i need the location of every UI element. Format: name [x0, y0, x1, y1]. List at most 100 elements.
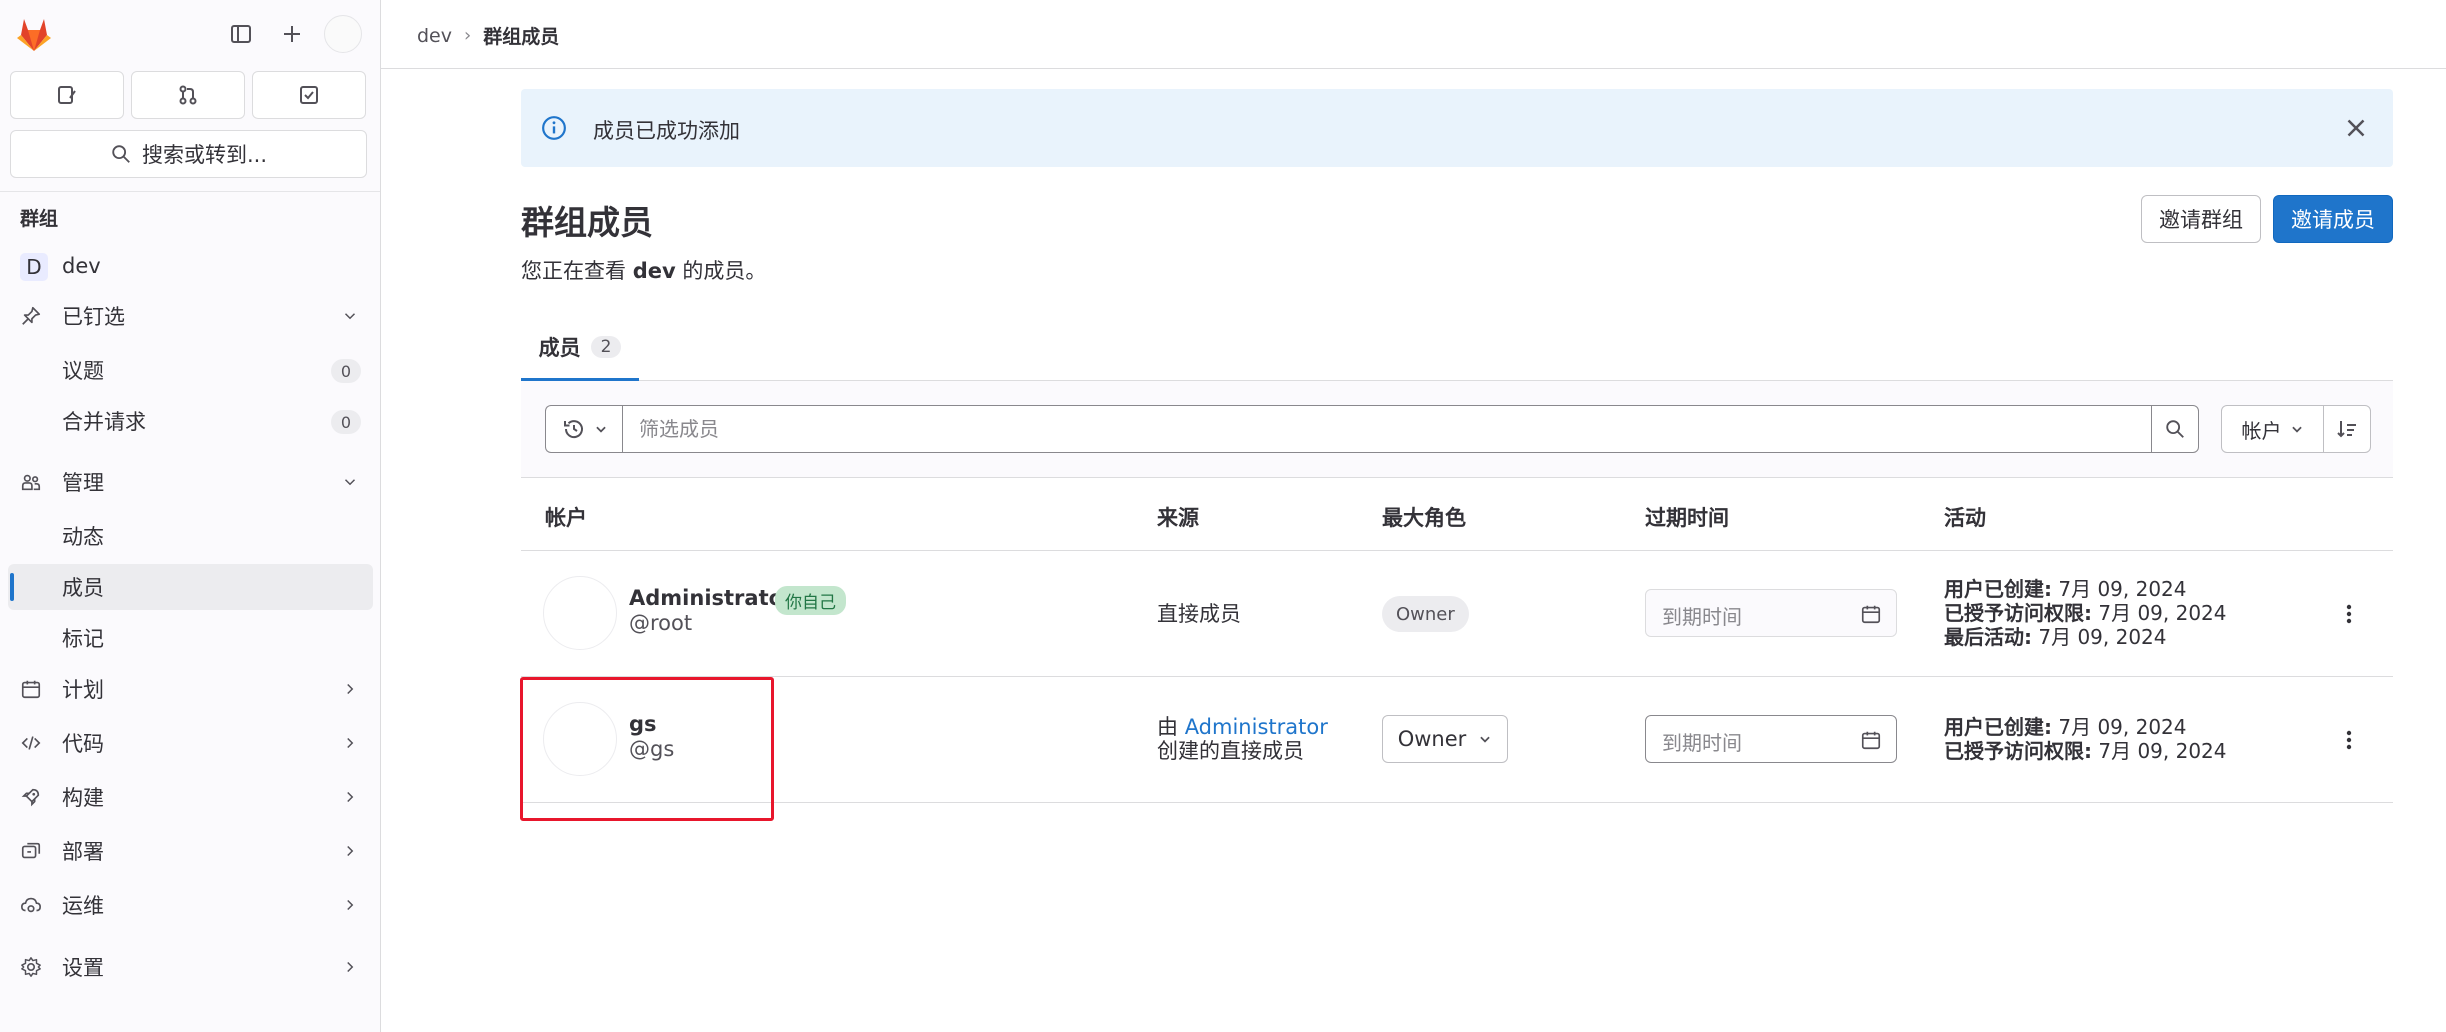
sidebar-item-merge-requests[interactable]: 合并请求 0	[8, 398, 373, 444]
tab-members[interactable]: 成员 2	[521, 315, 639, 381]
sidebar-item-issues[interactable]: 议题 0	[8, 347, 373, 393]
merge-requests-shortcut-button[interactable]	[131, 71, 245, 119]
search-submit-button[interactable]	[2151, 405, 2199, 453]
sidebar-item-label: 管理	[62, 471, 104, 495]
sidebar-item-operate[interactable]: 运维	[8, 882, 373, 928]
sidebar-item-plan[interactable]: 计划	[8, 666, 373, 712]
activity-info: 用户已创建: 7月 09, 2024 已授予访问权限: 7月 09, 2024	[1944, 715, 2227, 763]
activity-label: 已授予访问权限:	[1944, 601, 2092, 625]
role-dropdown-label: Owner	[1397, 727, 1467, 751]
pin-icon	[22, 306, 41, 325]
table-row: gs @gs 由 Administrator 创建的直接成员 Owner 到期时…	[521, 677, 2393, 803]
user-avatar[interactable]	[324, 15, 362, 53]
deploy-icon	[21, 842, 41, 859]
issues-shortcut-button[interactable]	[10, 71, 124, 119]
chevron-right-icon	[347, 845, 354, 857]
toggle-sidebar-icon[interactable]	[221, 14, 261, 54]
source-prefix: 由	[1157, 715, 1185, 739]
close-icon[interactable]	[2341, 113, 2371, 143]
sort-lowest-icon	[2337, 421, 2356, 438]
breadcrumb-current[interactable]: 群组成员	[483, 22, 559, 49]
sidebar-item-labels[interactable]: 标记	[8, 615, 373, 661]
group-avatar: D	[20, 253, 48, 281]
sort-direction-button[interactable]	[2323, 405, 2371, 453]
history-icon	[563, 420, 583, 439]
page-title: 群组成员	[521, 203, 653, 242]
calendar-plan-icon	[21, 680, 41, 699]
sidebar-item-build[interactable]: 构建	[8, 774, 373, 820]
page-description-suffix: 的成员。	[675, 259, 767, 283]
sidebar: 搜索或转到... 群组 D dev 已钉选 议题 0 合并请求 0 管理 动态 …	[0, 0, 381, 1032]
sidebar-item-label: 构建	[62, 786, 104, 810]
expiration-date-placeholder: 到期时间	[1662, 605, 1742, 629]
activity-value: 7月 09, 2024	[2058, 715, 2187, 739]
gitlab-logo-icon[interactable]	[14, 14, 54, 54]
chevron-right-icon	[347, 737, 354, 749]
expiration-date-input[interactable]: 到期时间	[1645, 715, 1897, 763]
sidebar-item-group-dev[interactable]: D dev	[8, 243, 373, 289]
sidebar-item-pinned[interactable]: 已钉选	[8, 293, 373, 339]
sidebar-item-code[interactable]: 代码	[8, 720, 373, 766]
member-name-link[interactable]: gs	[629, 712, 657, 736]
column-header-account: 帐户	[545, 506, 587, 530]
success-alert: 成员已成功添加	[521, 89, 2393, 167]
member-name-link[interactable]: Administrator	[629, 586, 793, 610]
breadcrumb-parent-link[interactable]: dev	[417, 25, 452, 47]
merge-requests-count-badge: 0	[331, 410, 361, 434]
chevron-right-icon	[347, 683, 354, 695]
sort-field-dropdown[interactable]: 帐户	[2221, 405, 2324, 453]
sidebar-item-label: 已钉选	[62, 305, 125, 329]
calendar-icon	[1861, 605, 1881, 624]
source-suffix: 创建的直接成员	[1157, 739, 1304, 763]
chevron-down-icon	[344, 479, 356, 486]
invite-group-button[interactable]: 邀请群组	[2141, 195, 2261, 243]
chevron-down-icon	[1480, 736, 1490, 743]
chevron-down-icon	[595, 426, 606, 433]
info-icon	[542, 116, 566, 140]
sidebar-item-label: 成员	[62, 576, 104, 600]
member-username: @gs	[629, 737, 675, 761]
its-you-badge: 你自己	[775, 586, 846, 615]
member-source: 由 Administrator 创建的直接成员	[1157, 715, 1328, 763]
sidebar-item-label: 部署	[62, 840, 104, 864]
sidebar-item-label: 计划	[62, 678, 104, 702]
chevron-right-icon	[347, 899, 354, 911]
role-dropdown[interactable]: Owner	[1382, 715, 1508, 763]
page-description-prefix: 您正在查看	[521, 259, 633, 283]
sidebar-item-manage[interactable]: 管理	[8, 459, 373, 505]
sidebar-item-activity[interactable]: 动态	[8, 513, 373, 559]
table-header: 帐户 来源 最大角色 过期时间 活动	[521, 478, 2393, 551]
avatar[interactable]	[543, 576, 617, 650]
invite-members-button[interactable]: 邀请成员	[2273, 195, 2393, 243]
breadcrumb-separator: ›	[464, 25, 472, 46]
sidebar-item-label: 合并请求	[62, 410, 146, 434]
expiration-date-placeholder: 到期时间	[1662, 731, 1742, 755]
todo-shortcut-button[interactable]	[252, 71, 366, 119]
merge-request-icon	[179, 85, 197, 105]
activity-value: 7月 09, 2024	[2098, 739, 2227, 763]
activity-label: 已授予访问权限:	[1944, 739, 2092, 763]
filter-members-input[interactable]	[622, 405, 2152, 453]
more-actions-button[interactable]	[2331, 722, 2367, 758]
activity-value: 7月 09, 2024	[2038, 625, 2167, 649]
avatar[interactable]	[543, 702, 617, 776]
column-header-max-role: 最大角色	[1382, 506, 1466, 530]
tab-count-badge: 2	[590, 335, 622, 358]
source-creator-link[interactable]: Administrator	[1185, 715, 1328, 739]
activity-label: 用户已创建:	[1944, 577, 2052, 601]
sort-field-label: 帐户	[2241, 418, 2282, 443]
sidebar-item-deploy[interactable]: 部署	[8, 828, 373, 874]
sidebar-item-label: 代码	[62, 732, 104, 756]
sidebar-search-button[interactable]: 搜索或转到...	[10, 130, 367, 178]
plus-icon[interactable]	[272, 14, 312, 54]
todo-icon	[300, 86, 318, 104]
search-history-dropdown[interactable]	[545, 405, 623, 453]
users-icon	[21, 474, 41, 491]
role-badge: Owner	[1382, 596, 1469, 632]
sidebar-item-settings[interactable]: 设置	[8, 944, 373, 990]
member-source: 直接成员	[1157, 602, 1241, 626]
sidebar-item-members[interactable]: 成员	[8, 564, 373, 610]
chevron-down-icon	[344, 313, 356, 320]
more-actions-button[interactable]	[2331, 596, 2367, 632]
calendar-icon[interactable]	[1860, 729, 1882, 751]
